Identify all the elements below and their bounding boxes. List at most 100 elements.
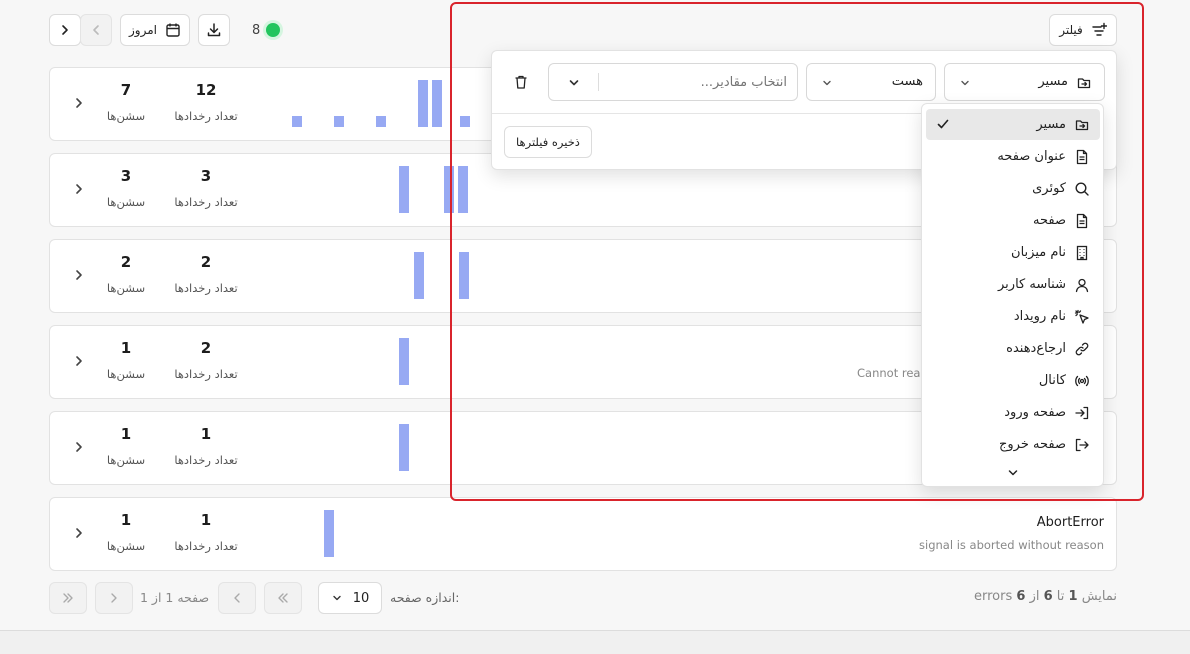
- menu-item-label: نام رویداد: [1013, 309, 1066, 324]
- sparkline-bar: [458, 166, 468, 213]
- events-label: تعداد رخدادها: [174, 367, 238, 381]
- page-size-select[interactable]: 10: [318, 582, 382, 614]
- sessions-count: 1: [120, 339, 132, 357]
- route-icon: [1077, 78, 1091, 89]
- chevron-down-icon: [1008, 470, 1018, 476]
- click-icon: [1074, 309, 1089, 324]
- document-icon: [1076, 149, 1088, 165]
- sparkline-bar: [292, 116, 302, 127]
- trash-icon: [515, 75, 527, 89]
- menu-item-hostname[interactable]: نام میزبان: [926, 237, 1100, 268]
- menu-item-user-id[interactable]: شناسه کاربر: [926, 269, 1100, 300]
- chevron-down-icon: [961, 80, 969, 86]
- chevron-down-icon: [333, 595, 341, 601]
- events-label: تعداد رخدادها: [174, 539, 238, 553]
- menu-scroll-down[interactable]: [1006, 466, 1020, 480]
- sessions-label: سشن‌ها: [106, 367, 146, 381]
- date-range-label: امروز: [129, 23, 157, 37]
- menu-item-referrer[interactable]: ارجاع‌دهنده: [926, 333, 1100, 364]
- chevron-right-icon[interactable]: [72, 96, 86, 110]
- next-page-button[interactable]: [95, 582, 133, 614]
- filter-property-value: مسیر: [1038, 74, 1068, 89]
- summary-of-word: از: [1029, 589, 1040, 604]
- double-chevron-right-icon: [63, 593, 73, 603]
- combobox-divider: [598, 73, 599, 91]
- menu-item-label: مسیر: [1036, 117, 1066, 132]
- summary-to-word: تا: [1056, 589, 1065, 604]
- sparkline-bar: [334, 116, 344, 127]
- sessions-label: سشن‌ها: [106, 539, 146, 553]
- menu-item-label: ارجاع‌دهنده: [1006, 341, 1066, 356]
- menu-item-channel[interactable]: کانال: [926, 365, 1100, 396]
- file-icon: [1076, 213, 1088, 229]
- sparkline-bar: [432, 80, 442, 127]
- download-button[interactable]: [198, 14, 230, 46]
- menu-item-exit-page[interactable]: صفحه خروج: [926, 429, 1100, 460]
- last-page-button[interactable]: [49, 582, 87, 614]
- live-indicator: 8: [252, 20, 281, 40]
- sparkline-bar: [376, 116, 386, 127]
- filter-button[interactable]: فیلتر: [1049, 14, 1117, 46]
- menu-item-label: صفحه: [1033, 213, 1066, 228]
- sparkline-bar: [444, 166, 454, 213]
- sessions-count: 1: [120, 425, 132, 443]
- error-row[interactable]: 1 سشن‌ها 1 تعداد رخدادها AbortError sign…: [49, 497, 1117, 571]
- menu-item-page-title[interactable]: عنوان صفحه: [926, 141, 1100, 172]
- menu-item-page[interactable]: صفحه: [926, 205, 1100, 236]
- sessions-count: 1: [120, 511, 132, 529]
- summary-from: 1: [1068, 589, 1078, 604]
- error-subtitle: Cannot read: [857, 366, 928, 380]
- filter-values-combobox[interactable]: [548, 63, 798, 101]
- chevron-right-icon[interactable]: [72, 526, 86, 540]
- page-size-label: اندازه صفحه:: [390, 590, 460, 605]
- events-label: تعداد رخدادها: [174, 109, 238, 123]
- sessions-count: 7: [120, 81, 132, 99]
- save-filters-button[interactable]: ذخیره فیلترها: [504, 126, 592, 158]
- next-day-button[interactable]: [49, 14, 81, 46]
- menu-item-event-name[interactable]: نام رویداد: [926, 301, 1100, 332]
- route-icon: [1075, 120, 1089, 131]
- menu-item-label: نام میزبان: [1011, 245, 1066, 260]
- filter-label: فیلتر: [1059, 23, 1083, 37]
- chevron-right-icon[interactable]: [72, 182, 86, 196]
- filter-values-input[interactable]: [601, 70, 787, 94]
- summary-to: 6: [1043, 589, 1053, 604]
- filter-operator-value: هست: [891, 74, 923, 89]
- events-count: 2: [200, 339, 212, 357]
- delete-filter-button[interactable]: [510, 71, 532, 93]
- filter-property-menu: مسیر عنوان صفحه کوئری صفحه نام میزبان شن…: [921, 103, 1104, 487]
- footer-bar: [0, 631, 1190, 654]
- chevron-right-icon[interactable]: [72, 354, 86, 368]
- chevron-down-icon[interactable]: [567, 76, 581, 90]
- first-page-button[interactable]: [264, 582, 302, 614]
- menu-item-label: عنوان صفحه: [997, 149, 1066, 164]
- sparkline-bar: [418, 80, 428, 127]
- download-icon: [207, 23, 221, 37]
- log-in-icon: [1075, 406, 1089, 420]
- results-summary: نمایش 1 تا 6 از 6 errors: [974, 589, 1117, 604]
- date-range-button[interactable]: امروز: [120, 14, 190, 46]
- sparkline-bar: [399, 338, 409, 385]
- sessions-count: 3: [120, 167, 132, 185]
- sparkline-bar: [414, 252, 424, 299]
- filter-property-select[interactable]: مسیر: [944, 63, 1105, 101]
- menu-item-route[interactable]: مسیر: [926, 109, 1100, 140]
- broadcast-icon: [1075, 375, 1089, 387]
- chevron-right-icon: [62, 25, 68, 35]
- summary-total: 6: [1016, 589, 1026, 604]
- chevron-right-icon[interactable]: [72, 268, 86, 282]
- chevron-left-icon: [93, 25, 99, 35]
- events-label: تعداد رخدادها: [174, 453, 238, 467]
- menu-item-label: شناسه کاربر: [998, 277, 1066, 292]
- filter-operator-select[interactable]: هست: [806, 63, 936, 101]
- events-count: 12: [195, 81, 217, 99]
- events-count: 3: [200, 167, 212, 185]
- prev-page-button[interactable]: [218, 582, 256, 614]
- prev-day-button[interactable]: [80, 14, 112, 46]
- error-title: AbortError: [1036, 515, 1104, 530]
- menu-item-entry-page[interactable]: صفحه ورود: [926, 397, 1100, 428]
- sessions-count: 2: [120, 253, 132, 271]
- chevron-right-icon[interactable]: [72, 440, 86, 454]
- filter-plus-icon: [1092, 22, 1107, 36]
- menu-item-query[interactable]: کوئری: [926, 173, 1100, 204]
